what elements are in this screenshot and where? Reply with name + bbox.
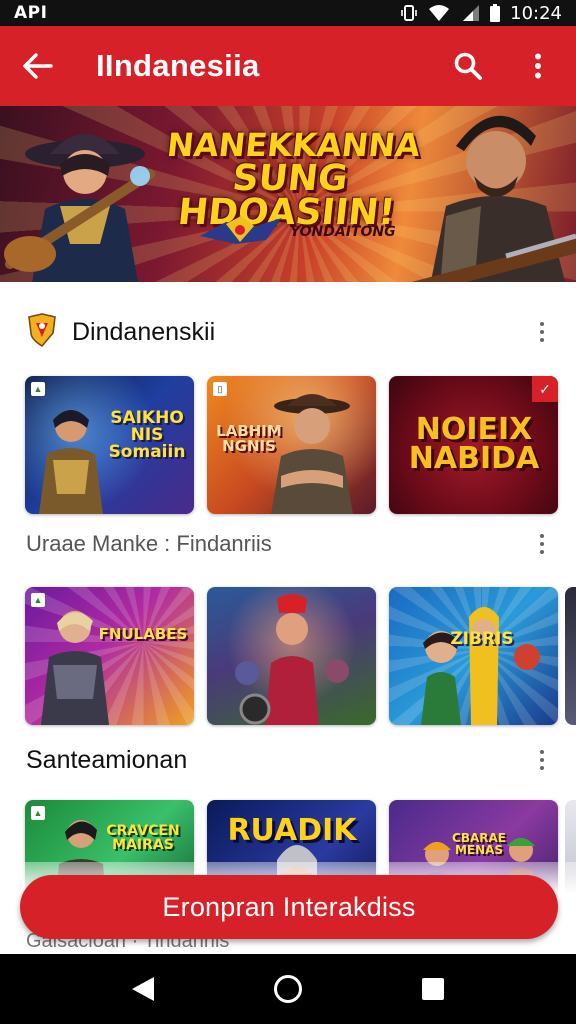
- card-title: NOIEIX NABIDA: [408, 412, 540, 476]
- signal-icon: [460, 4, 480, 22]
- character-illustration: [41, 611, 109, 725]
- section-header: Uraae Manke : Findanriis: [0, 526, 576, 562]
- card-title: ZIBRIS: [450, 629, 514, 649]
- section-title: Dindanenskii: [72, 317, 216, 346]
- card-title: CBARAE MENAS: [452, 831, 506, 857]
- card-title: SAIKHO NIS Somaiin: [108, 408, 186, 462]
- checkmark-icon: ✓: [532, 376, 558, 402]
- clock: 10:24: [510, 2, 562, 24]
- card-row: ▲ FNULABES ZIBRIS: [25, 587, 558, 725]
- game-card[interactable]: ▲ FNULABES: [25, 587, 194, 725]
- card-title: LABHIM NGNIS: [216, 422, 282, 455]
- game-card[interactable]: ZIBRIS: [389, 587, 558, 725]
- game-card[interactable]: ✓ NOIEIX NABIDA: [389, 376, 558, 514]
- card-row: ▲ SAIKHO NIS Somaiin ▯ LABHIM NGNIS ✓ NO…: [25, 376, 558, 514]
- overflow-menu-button[interactable]: [518, 46, 558, 86]
- more-vert-icon: [535, 53, 541, 79]
- emblem-icon: [200, 216, 282, 244]
- section-more-button[interactable]: [530, 745, 554, 775]
- back-button[interactable]: [18, 46, 58, 86]
- square-recents-icon: [422, 978, 445, 1000]
- banner-tagline-text: YONDAITONG: [290, 224, 396, 240]
- search-icon: [454, 52, 482, 80]
- section-more-button[interactable]: [530, 529, 554, 559]
- card-title: FNULABES: [98, 625, 188, 643]
- nav-recents-button[interactable]: [408, 964, 458, 1014]
- shield-logo-icon: [26, 312, 58, 352]
- section-more-button[interactable]: [530, 317, 554, 347]
- app-bar: IIndanesiia: [0, 26, 576, 106]
- nav-back-button[interactable]: [118, 964, 168, 1014]
- vibrate-icon: [400, 4, 418, 22]
- battery-icon: [490, 4, 501, 22]
- character-illustration: [235, 594, 349, 725]
- arrow-left-icon: [23, 53, 53, 79]
- character-illustration: [39, 410, 103, 514]
- triangle-back-icon: [131, 977, 154, 1001]
- banner-tagline: YONDAITONG: [196, 214, 396, 250]
- card-title: CRAVCEN MAIRAS: [106, 823, 180, 853]
- primary-action-button[interactable]: Eronpran Interakdiss: [20, 875, 558, 939]
- circle-home-icon: [273, 975, 302, 1003]
- search-button[interactable]: [448, 46, 488, 86]
- card-title: RUADIK: [227, 813, 357, 848]
- section-title: Santeamionan: [26, 745, 188, 774]
- game-card[interactable]: ▲ SAIKHO NIS Somaiin: [25, 376, 194, 514]
- page-title: IIndanesiia: [96, 48, 260, 83]
- game-card[interactable]: ▯ LABHIM NGNIS: [207, 376, 376, 514]
- section-header: Santeamionan: [0, 742, 576, 778]
- game-card[interactable]: [207, 587, 376, 725]
- nav-home-button[interactable]: [263, 964, 313, 1014]
- character-illustration: [421, 607, 540, 725]
- promo-banner[interactable]: NANEKKANNA SUNG HDOASIIN! YONDAITONG: [0, 106, 576, 282]
- status-bar: API 10:24: [0, 0, 576, 26]
- section-header: Dindanenskii: [0, 312, 576, 352]
- carrier-label: API: [14, 3, 48, 23]
- system-nav-bar: [0, 954, 576, 1024]
- wifi-icon: [428, 4, 450, 22]
- section-title: Uraae Manke : Findanriis: [26, 531, 272, 556]
- card-peek[interactable]: [565, 587, 576, 725]
